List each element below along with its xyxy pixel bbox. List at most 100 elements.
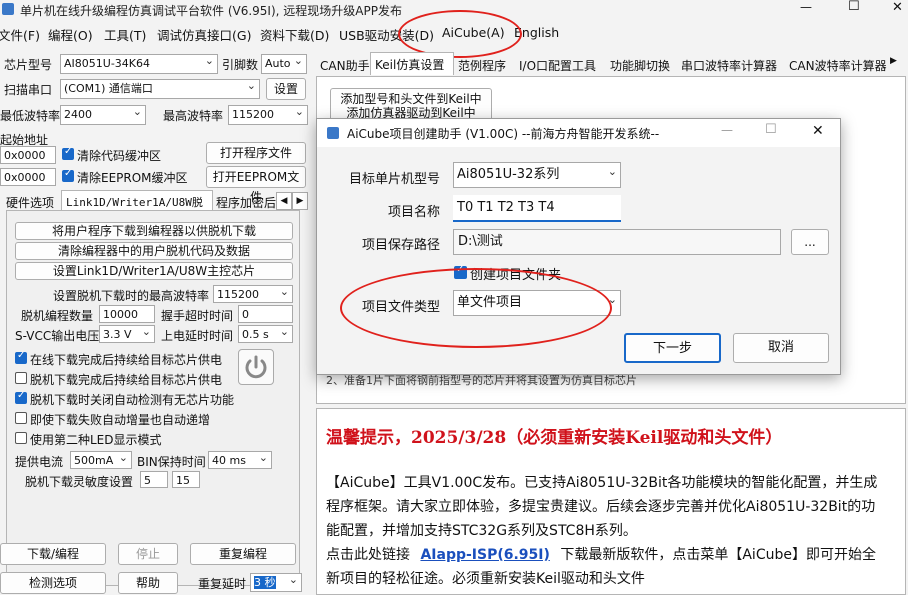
dialog-close-button[interactable]: ✕	[812, 123, 824, 139]
tab-offline-active[interactable]: Link1D/Writer1A/U8W脱机	[61, 190, 213, 225]
sensitivity-input-1[interactable]: 5	[140, 471, 168, 488]
add-to-keil-button[interactable]: 添加型号和头文件到Keil中 添加仿真器驱动到Keil中	[330, 88, 492, 122]
target-chip-select[interactable]: Ai8051U-32系列	[453, 162, 621, 188]
pins-label: 引脚数	[222, 58, 259, 72]
tab-pin-switch[interactable]: 功能脚切换	[610, 56, 670, 76]
chip-model-label: 芯片型号	[4, 58, 53, 72]
tab-keil-settings-active[interactable]: Keil仿真设置	[370, 52, 454, 75]
tab-scroll-right-icon[interactable]: ▶	[292, 192, 308, 210]
maximize-button[interactable]: ☐	[848, 0, 860, 14]
label-auto-increment: 即使下载失败自动增量也自动递增	[30, 413, 211, 427]
code-address-input[interactable]: 0x0000	[0, 146, 56, 164]
open-eeprom-file-button[interactable]: 打开EEPROM文件	[206, 166, 306, 204]
clear-offline-code-button[interactable]: 清除编程器中的用户脱机代码及数据	[15, 242, 293, 260]
minimize-button[interactable]: —	[800, 0, 812, 14]
power-icon	[245, 355, 267, 379]
help-button[interactable]: 帮助	[118, 572, 178, 594]
sensitivity-input-2[interactable]: 15	[172, 471, 200, 488]
settings-button[interactable]: 设置	[266, 78, 306, 100]
checkbox-offline-keep-power[interactable]	[15, 372, 27, 384]
menu-program[interactable]: 编程(O)	[48, 25, 93, 44]
next-step-button[interactable]: 下一步	[624, 333, 721, 363]
min-baud-select[interactable]: 2400	[60, 105, 146, 125]
browse-button[interactable]: ...	[791, 229, 829, 255]
handshake-timeout-label: 握手超时时间	[161, 309, 234, 323]
max-baud-select[interactable]: 115200	[228, 105, 308, 125]
supply-current-label: 提供电流	[15, 455, 64, 469]
dialog-maximize-button[interactable]: ☐	[765, 122, 777, 137]
checkbox-led-mode[interactable]	[15, 432, 27, 444]
checkbox-disable-chip-detect[interactable]	[15, 390, 27, 404]
sensitivity-label: 脱机下载灵敏度设置	[25, 475, 134, 489]
bin-hold-select[interactable]: 40 ms	[208, 451, 272, 469]
project-name-input[interactable]: T0 T1 T2 T3 T4	[453, 195, 621, 222]
tab-encryption[interactable]: 程序加密后	[216, 194, 276, 211]
save-path-label: 项目保存路径	[362, 238, 441, 253]
dialog-app-icon	[327, 127, 339, 139]
notice-click-text: 点击此处链接	[326, 547, 410, 563]
dialog-title: AiCube项目创建助手 (V1.00C) --前海方舟智能开发系统--	[347, 127, 660, 141]
dialog-cancel-button[interactable]: 取消	[733, 333, 829, 363]
min-baud-label: 最低波特率	[0, 109, 61, 123]
svcc-select[interactable]: 3.3 V	[99, 325, 155, 343]
repeat-delay-label: 重复延时	[198, 577, 247, 591]
tab-keil-label: Keil仿真设置	[375, 58, 445, 72]
tab-examples[interactable]: 范例程序	[458, 56, 506, 76]
save-path-input[interactable]: D:\测试	[453, 229, 781, 255]
chip-model-select[interactable]: AI8051U-34K64	[60, 54, 218, 74]
tab-scroll-left-icon[interactable]: ◀	[276, 192, 292, 210]
reprogram-button[interactable]: 重复编程	[190, 543, 296, 565]
menu-debug-interface[interactable]: 调试仿真接口(G)	[157, 25, 251, 44]
power-button[interactable]	[238, 349, 274, 385]
download-to-programmer-button[interactable]: 将用户程序下载到编程器以供脱机下载	[15, 222, 293, 240]
offline-count-label: 脱机编程数量	[21, 309, 94, 323]
add-header-label: 添加型号和头文件到Keil中	[340, 92, 482, 106]
pins-select[interactable]: Auto	[261, 54, 307, 74]
download-link[interactable]: AIapp-ISP(6.95I)	[420, 547, 549, 563]
target-chip-label: 目标单片机型号	[349, 172, 441, 187]
max-offline-baud-select[interactable]: 115200	[213, 285, 293, 303]
close-button[interactable]: ✕	[892, 0, 903, 15]
eeprom-address-input[interactable]: 0x0000	[0, 168, 56, 186]
port-select[interactable]: (COM1) 通信端口	[60, 79, 260, 99]
tab-can-assistant[interactable]: CAN助手	[320, 56, 370, 76]
supply-current-select[interactable]: 500mA	[70, 451, 132, 469]
set-master-chip-button[interactable]: 设置Link1D/Writer1A/U8W主控芯片	[15, 262, 293, 280]
tab-hardware-options[interactable]: 硬件选项	[6, 194, 54, 211]
tab-io-config[interactable]: I/O口配置工具	[519, 56, 596, 76]
checkbox-online-keep-power[interactable]	[15, 350, 27, 364]
check-options-button[interactable]: 检测选项	[0, 572, 106, 594]
menu-file[interactable]: 文件(F)	[0, 25, 40, 44]
notice-title: 温馨提示，2025/3/28（必须重新安装Keil驱动和头文件）	[326, 428, 783, 448]
menu-tools[interactable]: 工具(T)	[104, 25, 146, 44]
app-icon	[2, 3, 14, 15]
svcc-label: S-VCC输出电压	[15, 329, 100, 343]
power-delay-select[interactable]: 0.5 s	[238, 325, 293, 343]
open-program-file-button[interactable]: 打开程序文件	[206, 142, 306, 164]
dialog-minimize-button[interactable]: —	[721, 123, 733, 137]
stop-button[interactable]: 停止	[118, 543, 178, 565]
tab-uart-baud[interactable]: 串口波特率计算器	[681, 56, 777, 76]
scan-port-label: 扫描串口	[4, 83, 53, 97]
tab-can-baud[interactable]: CAN波特率计算器	[789, 56, 887, 76]
project-type-annotation-circle	[340, 268, 612, 348]
label-led-mode: 使用第二种LED显示模式	[30, 433, 162, 447]
handshake-timeout-input[interactable]: 0	[238, 305, 293, 323]
notice-panel: 温馨提示，2025/3/28（必须重新安装Keil驱动和头文件） 【AiCube…	[316, 408, 906, 595]
download-program-button[interactable]: 下载/编程	[0, 543, 106, 565]
clear-code-checkbox[interactable]	[62, 146, 74, 160]
power-delay-label: 上电延时时间	[161, 329, 234, 343]
clear-eeprom-checkbox[interactable]	[62, 168, 74, 182]
checkbox-auto-increment[interactable]	[15, 412, 27, 424]
offline-count-input[interactable]: 10000	[99, 305, 155, 323]
clear-code-label: 清除代码缓冲区	[77, 149, 162, 163]
left-panel: 芯片型号 AI8051U-34K64 引脚数 Auto 扫描串口 (COM1) …	[0, 50, 312, 595]
bin-hold-label: BIN保持时间	[137, 455, 206, 469]
clear-eeprom-label: 清除EEPROM缓冲区	[77, 171, 188, 185]
label-online-keep-power: 在线下载完成后持续给目标芯片供电	[30, 353, 223, 367]
max-offline-baud-label: 设置脱机下载时的最高波特率	[53, 289, 210, 303]
repeat-delay-select[interactable]: 3 秒	[250, 573, 302, 592]
max-baud-label: 最高波特率	[163, 109, 224, 123]
menu-downloads[interactable]: 资料下载(D)	[260, 25, 329, 44]
tab-scroll-right-icon[interactable]: ▶	[890, 56, 897, 66]
